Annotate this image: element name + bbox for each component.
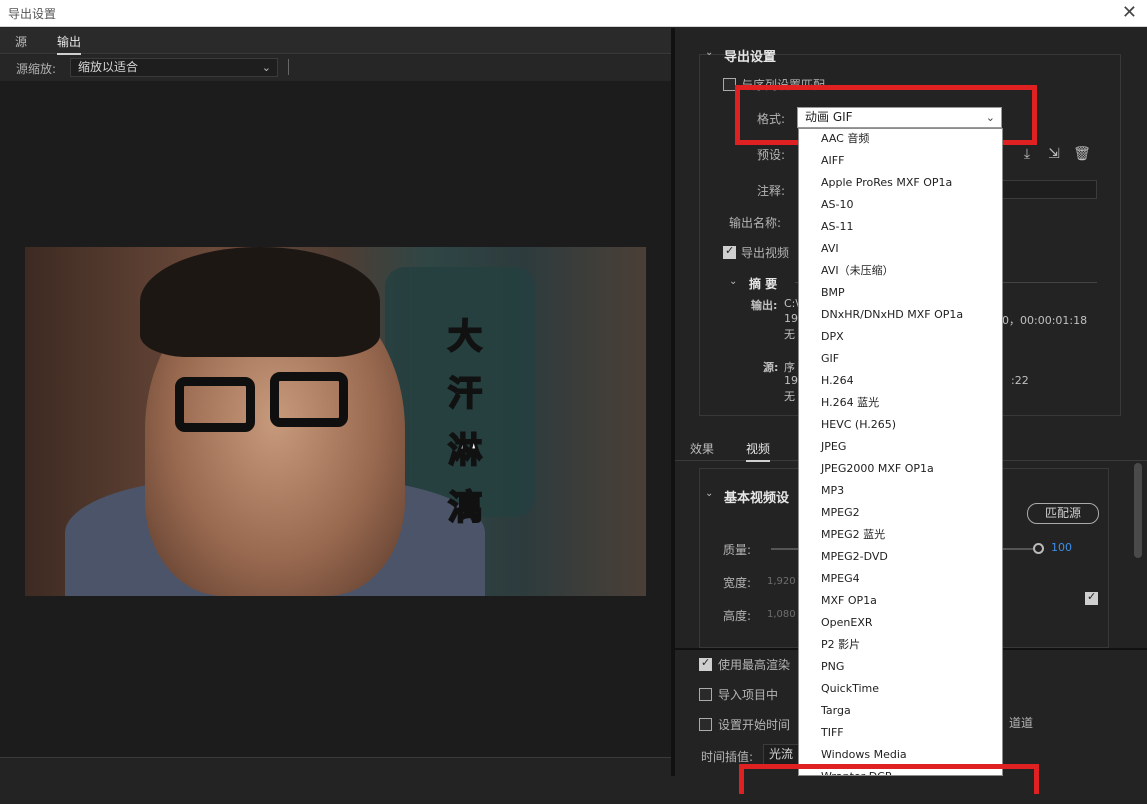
source-scale-select[interactable]: 缩放以适合 ⌄ bbox=[70, 58, 278, 77]
scrollbar[interactable] bbox=[1134, 463, 1142, 558]
quality-value[interactable]: 100 bbox=[1051, 541, 1072, 554]
frame-glasses-right bbox=[270, 372, 348, 427]
format-option[interactable]: Targa bbox=[799, 700, 1002, 722]
format-option[interactable]: AVI bbox=[799, 238, 1002, 260]
format-option[interactable]: H.264 bbox=[799, 370, 1002, 392]
summary-title: 摘 要 bbox=[749, 277, 778, 291]
divider bbox=[288, 59, 289, 75]
summary-source-label: 源: bbox=[763, 361, 779, 374]
format-option[interactable]: AAC 音频 bbox=[799, 129, 1002, 150]
title-bar: 导出设置 ✕ bbox=[0, 0, 1147, 27]
format-option[interactable]: AVI（未压缩） bbox=[799, 260, 1002, 282]
summary-source-line: 无 bbox=[784, 390, 795, 403]
format-option[interactable]: P2 影片 bbox=[799, 634, 1002, 656]
tab-source[interactable]: 源 bbox=[15, 33, 27, 50]
link-aspect-checkbox[interactable] bbox=[1085, 590, 1098, 605]
summary-output-line: 无 bbox=[784, 328, 795, 341]
frame-glasses-left bbox=[175, 377, 255, 432]
format-option[interactable]: AS-10 bbox=[799, 194, 1002, 216]
start-time-checkbox[interactable] bbox=[699, 718, 712, 731]
tab-effects[interactable]: 效果 bbox=[690, 440, 714, 457]
start-time-label: 设置开始时间 bbox=[718, 718, 791, 732]
timeline-bar bbox=[0, 757, 671, 804]
preview-area: 大 汗 淋 漓 bbox=[0, 81, 671, 757]
summary-output-label: 输出: bbox=[751, 299, 778, 312]
format-option[interactable]: MPEG2-DVD bbox=[799, 546, 1002, 568]
format-option[interactable]: QuickTime bbox=[799, 678, 1002, 700]
import-project-checkbox[interactable] bbox=[699, 688, 712, 701]
time-interp-select[interactable]: 光流 bbox=[763, 744, 803, 765]
caption-char: 淋 bbox=[447, 430, 483, 472]
output-name-label: 输出名称: bbox=[729, 216, 782, 230]
format-option[interactable]: AS-11 bbox=[799, 216, 1002, 238]
format-option[interactable]: Apple ProRes MXF OP1a bbox=[799, 172, 1002, 194]
format-option[interactable]: MXF OP1a bbox=[799, 590, 1002, 612]
format-dropdown-list[interactable]: AAC 音频 AIFF Apple ProRes MXF OP1a AS-10 AS-1… bbox=[798, 128, 1003, 776]
preset-label: 预设: bbox=[757, 148, 786, 162]
format-option[interactable]: JPEG bbox=[799, 436, 1002, 458]
source-scale-value: 缩放以适合 bbox=[78, 60, 139, 74]
match-source-button[interactable]: 匹配源 bbox=[1027, 503, 1099, 524]
import-preset-icon[interactable]: ⇲ bbox=[1045, 146, 1063, 164]
quality-label: 质量: bbox=[723, 543, 752, 557]
collapse-chevron-icon[interactable]: ⌄ bbox=[705, 47, 713, 58]
format-option[interactable]: TIFF bbox=[799, 722, 1002, 744]
caption-char: 漓 bbox=[447, 487, 483, 529]
max-render-label: 使用最高渲染 bbox=[718, 658, 791, 672]
export-video-label: 导出视频 bbox=[741, 246, 790, 260]
tab-output[interactable]: 输出 bbox=[57, 33, 82, 55]
basic-video-title: 基本视频设 bbox=[724, 491, 790, 506]
summary-chevron-icon[interactable]: ⌄ bbox=[729, 276, 737, 287]
format-option[interactable]: MP3 bbox=[799, 480, 1002, 502]
summary-source-duration: :22 bbox=[1011, 374, 1029, 387]
chevron-down-icon: ⌄ bbox=[261, 61, 271, 74]
comment-label: 注释: bbox=[757, 184, 786, 198]
export-video-checkbox[interactable] bbox=[723, 244, 736, 259]
format-option[interactable]: GIF bbox=[799, 348, 1002, 370]
close-icon[interactable]: ✕ bbox=[1122, 2, 1137, 23]
caption-char: 大 bbox=[447, 316, 483, 358]
frame-hair bbox=[140, 247, 380, 357]
height-value[interactable]: 1,080 bbox=[767, 609, 796, 620]
format-option[interactable]: Windows Media bbox=[799, 744, 1002, 766]
summary-source-line: 序 bbox=[784, 361, 795, 374]
format-option[interactable]: HEVC (H.265) bbox=[799, 414, 1002, 436]
highlight-box bbox=[739, 764, 1039, 794]
caption-char: 汗 bbox=[447, 373, 483, 415]
format-option[interactable]: MPEG2 蓝光 bbox=[799, 524, 1002, 546]
format-option[interactable]: BMP bbox=[799, 282, 1002, 304]
format-option[interactable]: AIFF bbox=[799, 150, 1002, 172]
preview-pane: 源 输出 源缩放: 缩放以适合 ⌄ 大 汗 淋 漓 bbox=[0, 28, 671, 804]
format-option[interactable]: MPEG2 bbox=[799, 502, 1002, 524]
save-preset-icon[interactable]: ⤓ bbox=[1018, 146, 1036, 164]
format-option[interactable]: OpenEXR bbox=[799, 612, 1002, 634]
format-option[interactable]: H.264 蓝光 bbox=[799, 392, 1002, 414]
format-option[interactable]: DNxHR/DNxHD MXF OP1a bbox=[799, 304, 1002, 326]
export-settings-title: 导出设置 bbox=[724, 50, 777, 65]
tab-video[interactable]: 视频 bbox=[746, 440, 771, 462]
width-value[interactable]: 1,920 bbox=[767, 576, 796, 587]
width-label: 宽度: bbox=[723, 576, 752, 590]
source-scale-label: 源缩放: bbox=[16, 62, 57, 76]
collapse-chevron-icon[interactable]: ⌄ bbox=[705, 488, 713, 499]
format-option[interactable]: DPX bbox=[799, 326, 1002, 348]
format-option[interactable]: PNG bbox=[799, 656, 1002, 678]
max-render-checkbox[interactable] bbox=[699, 656, 712, 671]
frame-caption: 大 汗 淋 漓 bbox=[443, 309, 487, 537]
window-title: 导出设置 bbox=[8, 7, 57, 21]
format-option[interactable]: MPEG4 bbox=[799, 568, 1002, 590]
preview-tabs: 源 输出 bbox=[0, 28, 671, 55]
format-option[interactable]: JPEG2000 MXF OP1a bbox=[799, 458, 1002, 480]
source-scale-row: 源缩放: 缩放以适合 ⌄ bbox=[0, 55, 671, 81]
quality-slider-handle[interactable] bbox=[1033, 543, 1044, 554]
comment-field[interactable] bbox=[1000, 180, 1097, 199]
video-frame: 大 汗 淋 漓 bbox=[25, 247, 646, 596]
summary-output-duration: 0，00:00:01:18 bbox=[1002, 314, 1088, 327]
height-label: 高度: bbox=[723, 609, 752, 623]
delete-preset-icon[interactable]: 🗑 bbox=[1073, 146, 1091, 164]
summary-output-line: C:\ bbox=[784, 297, 800, 310]
import-project-label: 导入项目中 bbox=[718, 688, 779, 702]
channel-label: 道道 bbox=[1009, 716, 1034, 730]
time-interp-label: 时间插值: bbox=[701, 750, 754, 764]
